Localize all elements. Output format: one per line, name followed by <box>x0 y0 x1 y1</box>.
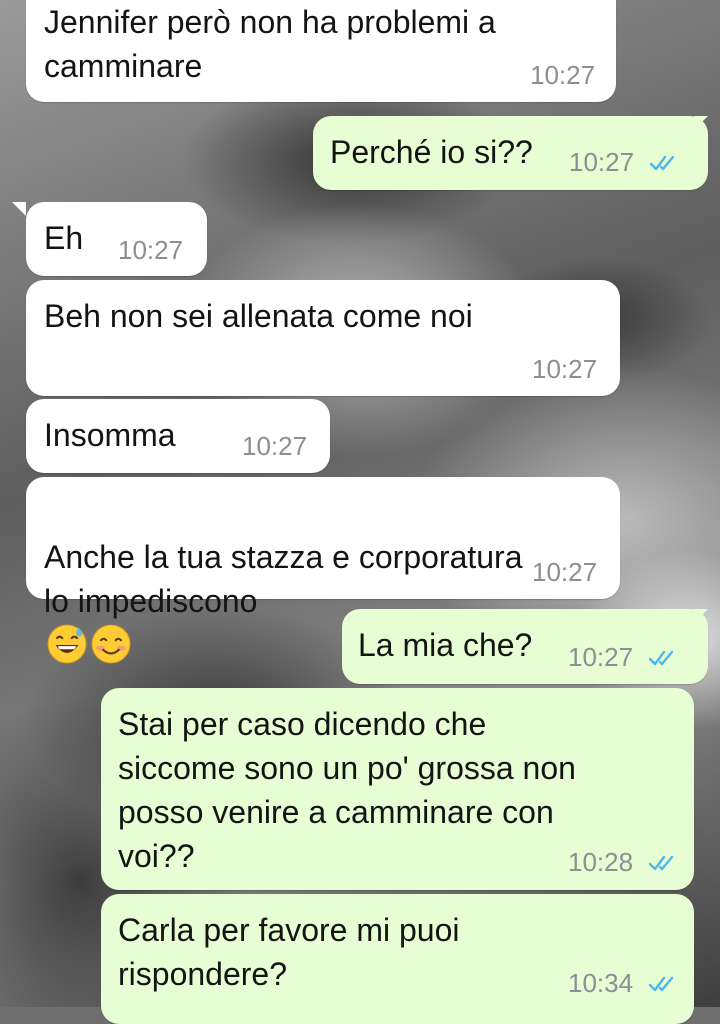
message-bubble-outgoing[interactable]: Perché io si?? 10:27 <box>313 116 708 190</box>
message-text: Stai per caso dicendo che siccome sono u… <box>118 706 576 874</box>
chat-message-list[interactable]: Jennifer però non ha problemi a camminar… <box>0 0 720 1024</box>
message-bubble-incoming[interactable]: Jennifer però non ha problemi a camminar… <box>26 0 616 102</box>
message-text: Jennifer però non ha problemi a camminar… <box>44 4 496 84</box>
read-double-check-icon <box>649 976 674 992</box>
smiling-eyes-emoji <box>91 624 131 664</box>
message-timestamp: 10:27 <box>242 431 308 461</box>
message-timestamp: 10:27 <box>568 642 634 672</box>
message-bubble-incoming[interactable]: Insomma 10:27 <box>26 399 330 473</box>
message-text: Insomma <box>44 417 176 453</box>
message-bubble-incoming[interactable]: Beh non sei allenata come noi 10:27 <box>26 280 620 396</box>
message-timestamp: 10:34 <box>568 968 634 998</box>
message-bubble-outgoing[interactable]: La mia che? 10:27 <box>342 609 708 684</box>
message-bubble-incoming[interactable]: Anche la tua stazza e corporatura lo imp… <box>26 477 620 664</box>
message-timestamp: 10:27 <box>118 235 184 265</box>
read-double-check-icon <box>649 650 674 666</box>
message-text-content: Anche la tua stazza e corporatura lo imp… <box>44 539 523 619</box>
message-text: Carla per favore mi puoi rispondere? <box>118 912 460 992</box>
message-timestamp: 10:27 <box>532 354 598 384</box>
message-timestamp: 10:27 <box>530 60 596 90</box>
message-text: La mia che? <box>358 627 533 663</box>
message-bubble-incoming[interactable]: Eh 10:27 <box>26 202 207 276</box>
message-bubble-outgoing[interactable]: Stai per caso dicendo che siccome sono u… <box>101 688 694 890</box>
message-text: Perché io si?? <box>330 134 533 170</box>
bubble-tail <box>12 202 26 216</box>
message-text: Beh non sei allenata come noi <box>44 298 473 334</box>
message-text: Eh <box>44 220 84 256</box>
message-timestamp: 10:28 <box>568 847 634 877</box>
grinning-sweat-emoji <box>47 624 87 664</box>
read-double-check-icon <box>650 155 675 171</box>
message-bubble-outgoing[interactable]: Carla per favore mi puoi rispondere? 10:… <box>101 894 694 1024</box>
message-timestamp: 10:27 <box>569 147 635 177</box>
read-double-check-icon <box>649 855 674 871</box>
message-timestamp: 10:27 <box>532 557 598 587</box>
